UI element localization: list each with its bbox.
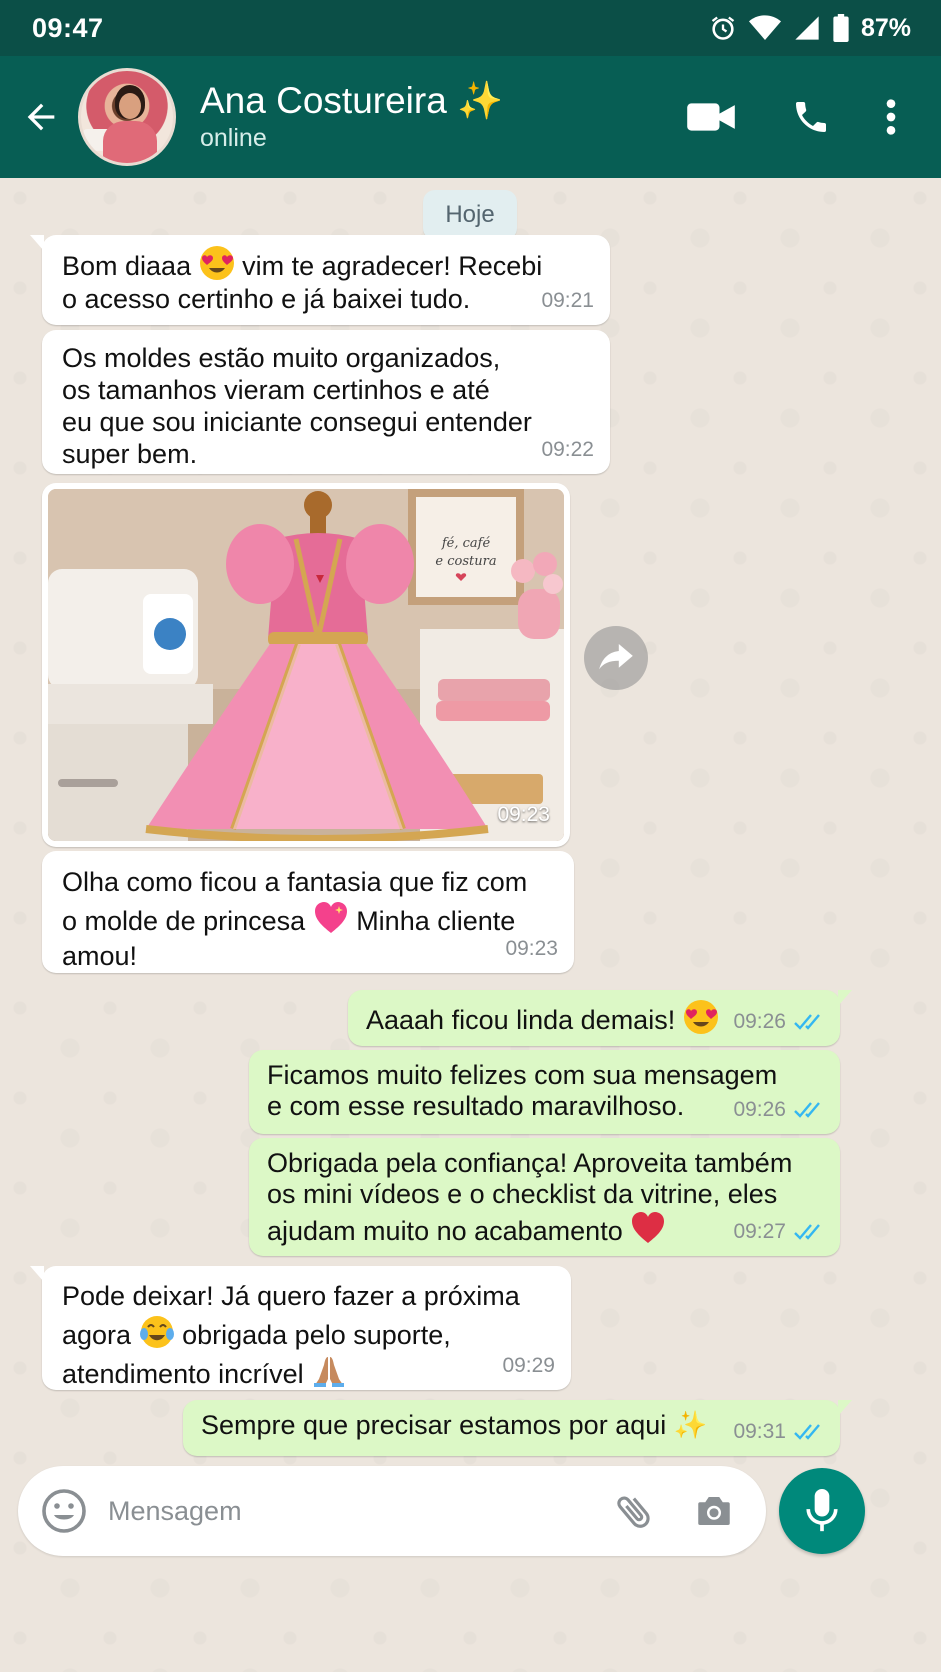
folded-hands-emoji-icon	[314, 1357, 345, 1387]
avatar[interactable]	[78, 68, 176, 166]
frame-text-line2: e costura	[435, 554, 496, 569]
battery-percent: 87%	[860, 13, 911, 42]
read-ticks-icon	[794, 1101, 820, 1118]
forward-icon[interactable]	[584, 626, 648, 690]
heart-eyes-emoji-icon	[683, 1000, 718, 1034]
contact-name: Ana Costureira ✨	[200, 80, 504, 121]
message-input[interactable]	[108, 1495, 594, 1527]
message-text: Aaaah ficou linda demais!	[366, 1005, 676, 1035]
battery-icon	[833, 14, 849, 42]
wifi-icon	[748, 14, 781, 42]
phone-icon[interactable]	[761, 56, 861, 178]
frame-text-line1: fé, café	[441, 536, 491, 551]
message-text: Os moldes estão muito organizados, os ta…	[62, 343, 532, 469]
status-icons: 87%	[709, 14, 911, 43]
message-incoming[interactable]: Os moldes estão muito organizados, os ta…	[42, 330, 610, 474]
message-outgoing[interactable]: Ficamos muito felizes com sua mensagem e…	[249, 1050, 840, 1134]
emoji-icon[interactable]	[20, 1487, 108, 1535]
message-composer	[18, 1466, 766, 1556]
tears-of-joy-emoji-icon	[139, 1316, 174, 1348]
red-heart-emoji-icon	[632, 1212, 665, 1243]
message-outgoing[interactable]: Obrigada pela confiança! Aproveita també…	[249, 1138, 840, 1256]
message-incoming[interactable]: Bom diaaa vim te agradecer! Recebi o ace…	[30, 235, 610, 325]
attach-icon[interactable]	[594, 1490, 674, 1532]
contact-status: online	[200, 124, 267, 152]
read-ticks-icon	[794, 1013, 820, 1030]
back-arrow-icon[interactable]	[4, 56, 78, 178]
message-time: 09:23	[505, 937, 558, 960]
message-text: Bom diaaa	[62, 251, 192, 281]
video-call-icon[interactable]	[661, 56, 761, 178]
heart-eyes-emoji-icon	[199, 246, 234, 280]
message-incoming[interactable]: Pode deixar! Já quero fazer a próxima ag…	[30, 1266, 571, 1390]
read-ticks-icon	[794, 1223, 820, 1240]
message-time: 09:21	[541, 289, 594, 312]
message-outgoing[interactable]: Sempre que precisar estamos por aqui ✨ 0…	[183, 1400, 852, 1456]
message-outgoing[interactable]: Aaaah ficou linda demais! 09:26	[348, 990, 852, 1046]
read-ticks-icon	[794, 1423, 820, 1440]
contact-info[interactable]: Ana Costureira ✨ online	[200, 80, 661, 154]
message-time: 09:22	[541, 438, 594, 461]
chat-header: Ana Costureira ✨ online	[0, 56, 941, 178]
message-image[interactable]: fé, café e costura 09:23	[42, 483, 570, 847]
date-label: Hoje	[423, 190, 517, 240]
sparkling-heart-emoji-icon	[314, 902, 347, 933]
message-incoming[interactable]: Olha como ficou a fantasia que fiz com o…	[42, 851, 574, 973]
message-time: 09:27	[733, 1220, 786, 1243]
status-bar: 09:47 87%	[0, 0, 941, 56]
message-time: 09:26	[733, 1098, 786, 1121]
message-time: 09:31	[733, 1420, 786, 1443]
chat-area[interactable]: Hoje Bom diaaa vim te agradecer! Recebi …	[0, 178, 941, 1672]
message-time: 09:29	[502, 1354, 555, 1377]
message-time: 09:26	[733, 1010, 786, 1033]
dress-photo-illustration: fé, café e costura	[48, 489, 564, 841]
microphone-icon[interactable]	[779, 1468, 865, 1554]
alarm-icon	[709, 14, 737, 42]
signal-icon	[793, 14, 821, 42]
message-text: Obrigada pela confiança! Aproveita també…	[267, 1148, 793, 1246]
camera-icon[interactable]	[674, 1490, 754, 1532]
message-time: 09:23	[497, 803, 550, 826]
dress-photo[interactable]: fé, café e costura 09:23	[48, 489, 564, 841]
more-vert-icon[interactable]	[861, 56, 921, 178]
status-time: 09:47	[32, 12, 104, 43]
